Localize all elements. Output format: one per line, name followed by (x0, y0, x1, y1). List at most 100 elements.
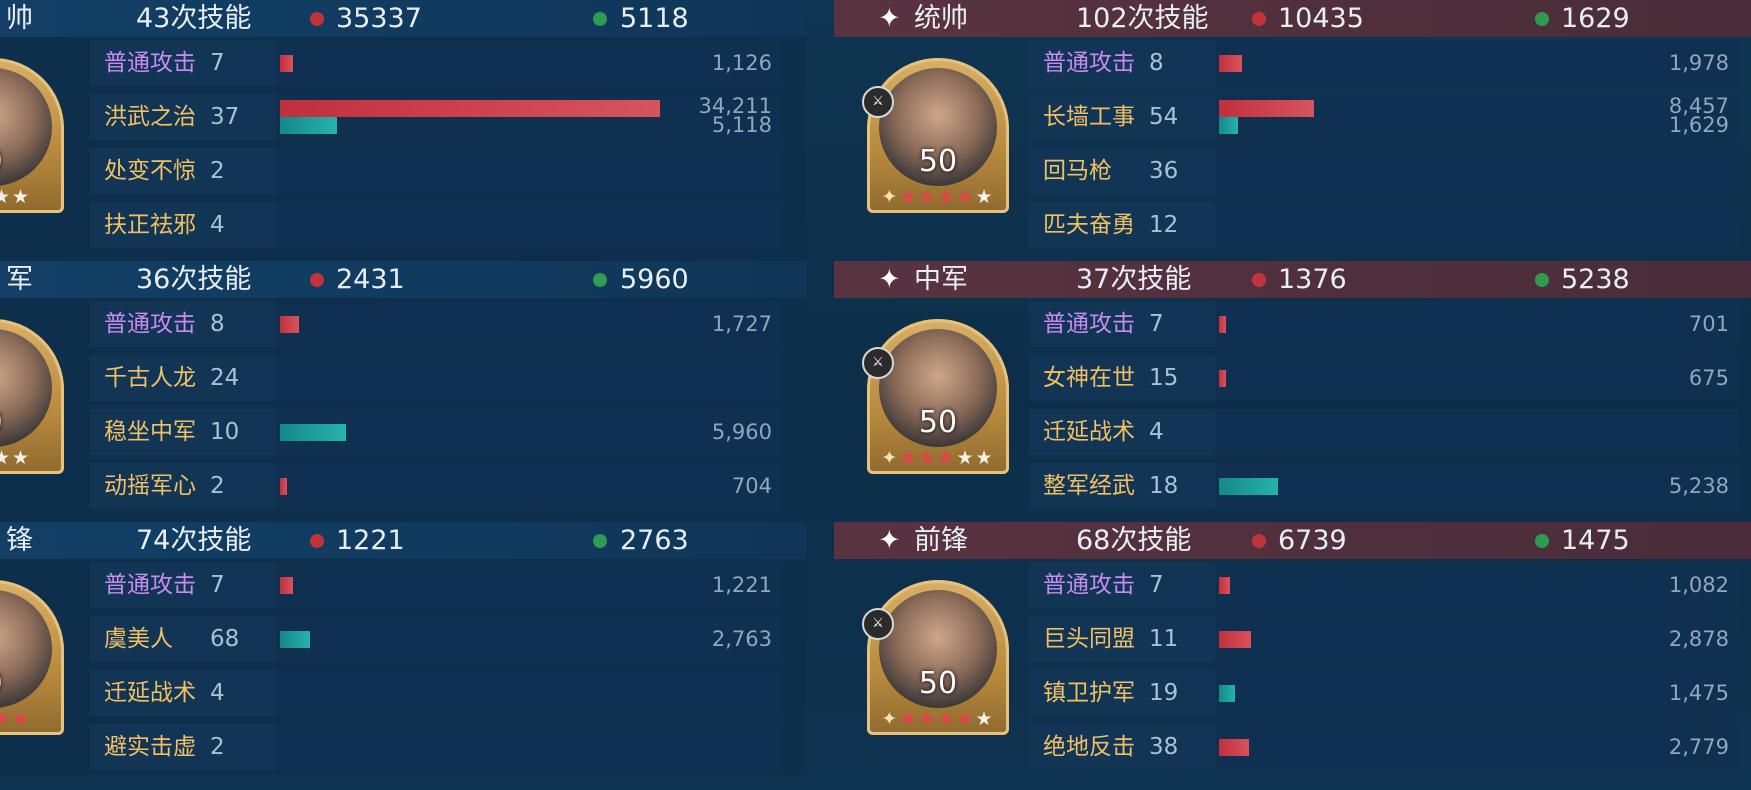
skill-row[interactable]: 迁延战术 4 (1029, 409, 1739, 455)
star-icon: ✦ (881, 447, 900, 469)
skill-row[interactable]: 洪武之治 37 34,211 5,118 (90, 94, 782, 140)
damage-bar (280, 577, 293, 594)
hero-portrait[interactable]: 0 ★★★★ (0, 58, 64, 213)
skill-row[interactable]: 镇卫护军 19 1,475 (1029, 670, 1739, 716)
skill-row[interactable]: 普通攻击 8 1,978 (1029, 40, 1739, 86)
skill-value: 1,126 (711, 51, 772, 75)
heal-bar (1219, 478, 1278, 495)
damage-total: 2431 (336, 264, 405, 295)
skill-row[interactable]: 普通攻击 7 1,221 (90, 562, 782, 608)
star-icon: ★ (12, 186, 32, 208)
skill-name: 整军经武 (1043, 473, 1135, 499)
star-icon: ★ (899, 708, 919, 730)
damage-bar (1219, 739, 1249, 756)
skill-row[interactable]: 绝地反击 38 2,779 (1029, 724, 1739, 770)
role-label: 锋 (6, 525, 33, 556)
skill-row[interactable]: 避实击虚 2 (90, 724, 782, 770)
skill-count: 68次技能 (1076, 525, 1192, 556)
hero-portrait[interactable]: 0 ★★★★ (0, 319, 64, 474)
skill-count: 43次技能 (136, 3, 252, 34)
skill-row[interactable]: 处变不惊 2 (90, 148, 782, 194)
role-label: 中军 (914, 264, 968, 295)
damage-total: 1376 (1278, 264, 1347, 295)
skill-row[interactable]: 扶正祛邪 4 (90, 202, 782, 248)
hero-portrait[interactable]: 50 ✦★★★★★ (867, 319, 1009, 474)
skill-name: 迁延战术 (104, 680, 196, 706)
skill-cast-count: 2 (210, 473, 225, 499)
skill-name: 普通攻击 (104, 50, 196, 76)
damage-bar (1219, 100, 1314, 117)
skill-count: 74次技能 (136, 525, 252, 556)
skill-value: 2,779 (1668, 735, 1729, 759)
skill-cast-count: 12 (1149, 212, 1179, 238)
star-rating: ★★★★ (0, 707, 58, 731)
heal-bar (280, 631, 310, 648)
damage-dot-icon (1252, 273, 1266, 287)
skill-name: 普通攻击 (1043, 311, 1135, 337)
role-label: 统帅 (914, 3, 968, 34)
hero-portrait[interactable]: 0 ★★★★ (0, 580, 64, 735)
skill-row[interactable]: 回马枪 36 (1029, 148, 1739, 194)
star-rating: ✦★★★★★ (873, 707, 1003, 731)
skill-row[interactable]: 整军经武 18 5,238 (1029, 463, 1739, 509)
hero-level: 0 (0, 666, 64, 701)
skill-row[interactable]: 巨头同盟 11 2,878 (1029, 616, 1739, 662)
role-label: 军 (6, 264, 33, 295)
skill-count: 102次技能 (1076, 3, 1209, 34)
unit-type-icon: ⚔ (862, 608, 894, 640)
hero-portrait[interactable]: 50 ✦★★★★★ (867, 580, 1009, 735)
skill-row[interactable]: 女神在世 15 675 (1029, 355, 1739, 401)
skill-row[interactable]: 稳坐中军 10 5,960 (90, 409, 782, 455)
star-icon: ★ (918, 708, 938, 730)
skill-cast-count: 7 (210, 50, 225, 76)
skill-name: 镇卫护军 (1043, 680, 1135, 706)
roster-section: ✦ 中军 37次技能 1376 5238 50 ✦★★★★★ ⚔ 普通攻击 7 701 女神在世 15 6… (834, 261, 1751, 522)
star-icon: ★ (918, 186, 938, 208)
star-rating: ★★★★ (0, 185, 58, 209)
damage-bar (1219, 577, 1230, 594)
star-icon: ★ (918, 447, 938, 469)
skill-name: 巨头同盟 (1043, 626, 1135, 652)
skill-row[interactable]: 长墙工事 54 8,457 1,629 (1029, 94, 1739, 140)
skill-name: 普通攻击 (1043, 572, 1135, 598)
heal-bar (280, 117, 337, 134)
star-icon: ★ (0, 708, 13, 730)
roster-section: 锋 74次技能 1221 2763 0 ★★★★ 普通攻击 7 1,221 虞美人 68 2,76… (0, 522, 806, 783)
skill-row[interactable]: 迁延战术 4 (90, 670, 782, 716)
skill-value: 1,629 (1668, 113, 1729, 137)
skill-row[interactable]: 动摇军心 2 704 (90, 463, 782, 509)
star-rating: ✦★★★★★ (873, 446, 1003, 470)
heal-total: 1475 (1561, 525, 1630, 556)
skill-name: 千古人龙 (104, 365, 196, 391)
roster-section: 帅43次技能3533751180★★★★普通攻击71,126洪武之治3734,2… (0, 0, 806, 261)
damage-dot-icon (310, 12, 324, 26)
star-icon: ★ (12, 708, 32, 730)
heal-dot-icon (1535, 273, 1549, 287)
damage-bar (280, 55, 293, 72)
skill-row[interactable]: 普通攻击 7 1,126 (90, 40, 782, 86)
section-header: ✦ 中军 37次技能 1376 5238 (834, 261, 1751, 298)
skill-cast-count: 11 (1149, 626, 1179, 652)
skill-row[interactable]: 普通攻击 8 1,727 (90, 301, 782, 347)
skill-cast-count: 38 (1149, 734, 1179, 760)
skill-name: 迁延战术 (1043, 419, 1135, 445)
skill-cast-count: 2 (210, 158, 225, 184)
star-icon: ★ (937, 186, 957, 208)
skill-row[interactable]: 千古人龙 24 (90, 355, 782, 401)
skill-row[interactable]: 虞美人 68 2,763 (90, 616, 782, 662)
skill-name: 回马枪 (1043, 158, 1112, 184)
skill-row[interactable]: 匹夫奋勇 12 (1029, 202, 1739, 248)
roster-section: 军 36次技能 2431 5960 0 ★★★★ 普通攻击 8 1,727 千古人龙 24 稳坐中军 1… (0, 261, 806, 522)
hero-level: 0 (0, 144, 64, 179)
skill-row[interactable]: 普通攻击 7 1,082 (1029, 562, 1739, 608)
damage-total: 35337 (336, 3, 422, 34)
section-header: ✦ 统帅 102次技能 10435 1629 (834, 0, 1751, 37)
skill-value: 5,960 (711, 420, 772, 444)
heal-bar (1219, 685, 1235, 702)
star-icon: ★ (956, 186, 976, 208)
skill-row[interactable]: 普通攻击 7 701 (1029, 301, 1739, 347)
hero-portrait[interactable]: 50 ✦★★★★★ (867, 58, 1009, 213)
spark-icon: ✦ (878, 525, 901, 556)
skill-value: 1,727 (711, 312, 772, 336)
damage-total: 1221 (336, 525, 405, 556)
